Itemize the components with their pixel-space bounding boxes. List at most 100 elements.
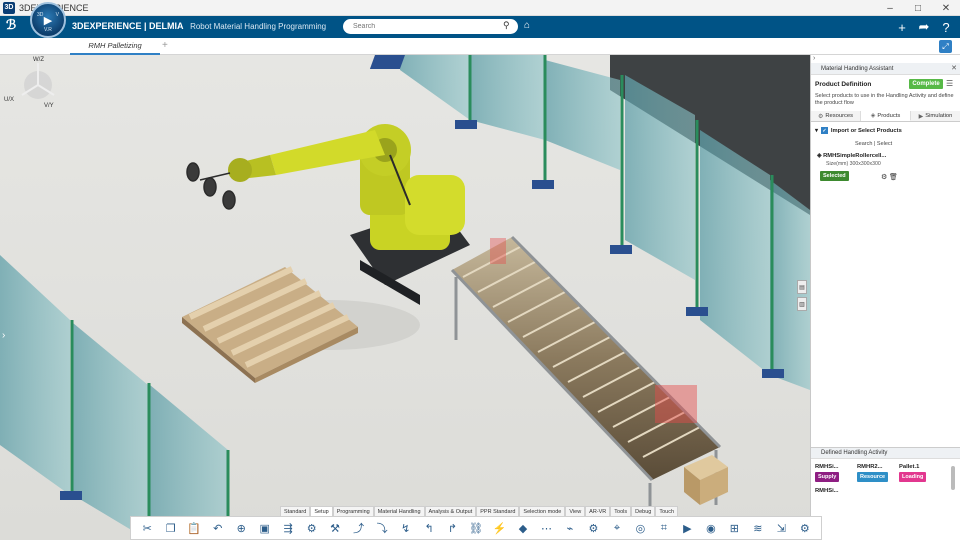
compass-widget[interactable]: 3D ▶ V V.R	[30, 2, 66, 38]
material-handling-panel: › Material Handling Assistant ✕ Product …	[810, 55, 960, 540]
robot-teach-icon[interactable]: ⚙	[583, 519, 603, 537]
import-checkbox[interactable]: ✓	[820, 127, 828, 134]
camera-icon[interactable]: ◉	[701, 519, 721, 537]
dha-item-supply[interactable]: RMHSi... Supply	[815, 464, 855, 482]
section-tab-view[interactable]: View	[565, 506, 586, 516]
tab-simulation[interactable]: ▶ Simulation	[911, 111, 960, 121]
tab-resources[interactable]: ⚙ Resources	[811, 111, 861, 121]
fit-all-icon[interactable]: ⤢	[939, 40, 952, 53]
3d-viewport[interactable]: › W/Z U/X V/Y	[0, 55, 810, 540]
frame-icon[interactable]: ⌗	[654, 519, 674, 537]
side-button-1[interactable]: ▤	[797, 280, 807, 294]
arm-icon-2[interactable]: ⤵	[372, 519, 392, 537]
arm-icon-3[interactable]: ↯	[395, 519, 415, 537]
section-tab-programming[interactable]: Programming	[332, 506, 374, 516]
section-tab-selection-mode[interactable]: Selection mode	[519, 506, 566, 516]
dha-item-name: RMHR2...	[857, 464, 883, 470]
cut-icon[interactable]: ✂	[137, 519, 157, 537]
dha-item-name: RMHSi...	[815, 488, 839, 494]
tag-tool-icon[interactable]: ◆	[513, 519, 533, 537]
tag-icon[interactable]: ⌂	[524, 20, 530, 31]
section-tab-analysis-output[interactable]: Analysis & Output	[424, 506, 477, 516]
arm-icon-4[interactable]: ↰	[419, 519, 439, 537]
compass-v-label: V	[55, 12, 59, 18]
action-bar: ✂ ❐ 📋 ↶ ⊕ ▣ ⇶ ⚙ ⚒ ⤴ ⤵ ↯ ↰ ↱ ⛓ ⚡ ◆ ⋯ ⌁ ⚙ …	[130, 516, 822, 540]
undo-icon[interactable]: ↶	[207, 519, 227, 537]
tab-products[interactable]: ◈ Products	[861, 111, 911, 121]
conveyor-icon[interactable]: ⇶	[278, 519, 298, 537]
arm-icon-1[interactable]: ⤴	[348, 519, 368, 537]
dha-item-extra[interactable]: RMHSi...	[815, 488, 855, 494]
play-icon[interactable]: ▶	[44, 14, 52, 27]
capture-icon[interactable]: ▣	[254, 519, 274, 537]
import-products-row[interactable]: ▾ ✓ Import or Select Products	[815, 127, 902, 134]
close-window-button[interactable]: ✕	[932, 0, 960, 16]
section-tabs: Standard Setup Programming Material Hand…	[280, 506, 679, 516]
app-header: ℬ 3DEXPERIENCE | DELMIA Robot Material H…	[0, 16, 960, 38]
target-icon[interactable]: ◎	[630, 519, 650, 537]
import-label: Import or Select Products	[830, 127, 902, 134]
add-icon[interactable]: +	[894, 19, 910, 35]
collapse-arrow-icon[interactable]: ▾	[815, 128, 818, 134]
gripper-icon[interactable]: ⚒	[325, 519, 345, 537]
tab-rmh-palletizing[interactable]: RMH Palletizing	[70, 38, 160, 55]
dha-item-resource[interactable]: RMHR2... Resource	[857, 464, 897, 482]
search-icon[interactable]: ⚲	[503, 20, 515, 32]
probe-icon[interactable]: ⌖	[607, 519, 627, 537]
dha-scrollbar[interactable]	[951, 466, 955, 490]
arm-icon-5[interactable]: ↱	[442, 519, 462, 537]
dha-header: Defined Handling Activity	[811, 448, 960, 459]
maximize-button[interactable]: □	[904, 0, 932, 16]
loading-badge: Loading	[899, 472, 927, 482]
list-icon[interactable]: ☰	[946, 79, 953, 88]
settings-icon[interactable]: ⚙	[795, 519, 815, 537]
product-selected-badge: Selected	[820, 171, 849, 181]
resources-icon: ⚙	[817, 113, 824, 120]
dha-item-name: RMHSi...	[815, 464, 839, 470]
panel-close-icon[interactable]: ✕	[951, 64, 957, 72]
share-icon[interactable]: ➦	[916, 19, 932, 35]
help-icon[interactable]: ?	[938, 19, 954, 35]
robot-icon[interactable]: ⚙	[301, 519, 321, 537]
expand-left-icon[interactable]: ›	[2, 330, 5, 341]
side-button-2[interactable]: ▥	[797, 297, 807, 311]
search-select-links[interactable]: Search | Select	[855, 141, 892, 147]
output-icon[interactable]: ⇲	[771, 519, 791, 537]
copy-icon[interactable]: ❐	[160, 519, 180, 537]
product-card[interactable]: ◈ RMHSimpleRollercell... Size(mm) 300x30…	[817, 153, 898, 181]
analysis-icon[interactable]: ≋	[748, 519, 768, 537]
paste-icon[interactable]: 📋	[184, 519, 204, 537]
section-tab-tools[interactable]: Tools	[610, 506, 632, 516]
section-tab-debug[interactable]: Debug	[631, 506, 656, 516]
app-brand: 3DEXPERIENCE | DELMIA	[72, 21, 184, 31]
zoom-icon[interactable]: ⊕	[231, 519, 251, 537]
tab-products-label: Products	[877, 112, 901, 119]
measure-icon[interactable]: ⊞	[724, 519, 744, 537]
orientation-triad[interactable]: W/Z U/X V/Y	[0, 55, 60, 110]
section-tab-standard[interactable]: Standard	[280, 506, 311, 516]
section-tab-material-handling[interactable]: Material Handling	[373, 506, 425, 516]
dots-icon[interactable]: ⋯	[536, 519, 556, 537]
triad-vy: V/Y	[44, 103, 54, 109]
section-tab-ppr-standard[interactable]: PPR Standard	[476, 506, 520, 516]
robot-path-icon[interactable]: ⌁	[560, 519, 580, 537]
trash-icon[interactable]: 🗑	[889, 173, 898, 181]
arm-icon-6[interactable]: ⚡	[489, 519, 509, 537]
dha-item-loading[interactable]: Pallet.1 Loading	[899, 464, 939, 482]
product-name-text: RMHSimpleRollercell...	[823, 153, 887, 159]
section-tab-ar-vr[interactable]: AR-VR	[585, 506, 611, 516]
panel-title: Material Handling Assistant	[821, 65, 894, 72]
sim-icon[interactable]: ▶	[677, 519, 697, 537]
app-subtitle: Robot Material Handling Programming	[190, 22, 327, 31]
search-input[interactable]	[343, 19, 518, 34]
link-icon[interactable]: ⛓	[466, 519, 486, 537]
add-tab-button[interactable]: +	[162, 40, 168, 51]
minimize-button[interactable]: –	[876, 0, 904, 16]
document-tab-bar: RMH Palletizing + ⤢	[0, 38, 960, 55]
simulation-icon: ▶	[918, 113, 924, 120]
ds-logo-icon[interactable]: ℬ	[6, 18, 22, 34]
panel-collapse-icon[interactable]: ›	[813, 55, 815, 62]
section-tab-setup[interactable]: Setup	[310, 506, 333, 516]
gear-icon[interactable]: ⚙	[881, 173, 887, 181]
section-tab-touch[interactable]: Touch	[655, 506, 679, 516]
